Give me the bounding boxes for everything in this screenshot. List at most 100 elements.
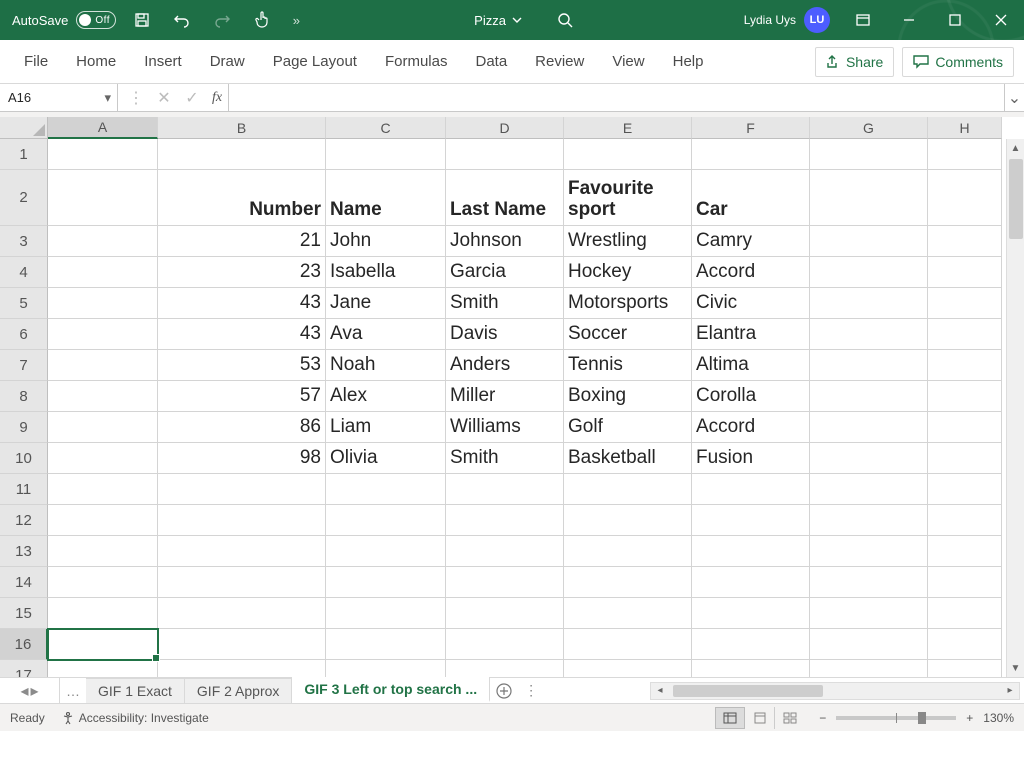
cell[interactable]: Jane <box>326 288 446 319</box>
sheet-overflow[interactable]: … <box>60 678 86 703</box>
column-header-H[interactable]: H <box>928 117 1002 139</box>
scroll-up-arrow[interactable]: ▲ <box>1007 139 1024 157</box>
horizontal-scrollbar[interactable]: ◂ ▸ <box>650 682 1020 700</box>
cell[interactable] <box>48 474 158 505</box>
cell[interactable] <box>326 567 446 598</box>
formula-input[interactable] <box>229 84 1004 111</box>
ribbon-display-options[interactable] <box>840 0 886 40</box>
cell[interactable]: Golf <box>564 412 692 443</box>
cell[interactable] <box>928 598 1002 629</box>
redo-button[interactable] <box>204 4 240 36</box>
cell[interactable]: Anders <box>446 350 564 381</box>
spreadsheet-grid[interactable]: ABCDEFGH 12NumberNameLast NameFavourite … <box>0 117 1024 677</box>
column-header-A[interactable]: A <box>48 117 158 139</box>
cell[interactable] <box>48 139 158 170</box>
cell[interactable] <box>48 660 158 677</box>
sheet-tab[interactable]: GIF 3 Left or top search ... <box>292 677 490 702</box>
cell[interactable] <box>692 598 810 629</box>
ribbon-tab-file[interactable]: File <box>10 43 62 80</box>
cell[interactable] <box>48 226 158 257</box>
cell[interactable]: Williams <box>446 412 564 443</box>
name-box[interactable]: A16 ▾ <box>0 84 118 111</box>
scrollbar-thumb[interactable] <box>673 685 823 697</box>
cell[interactable] <box>48 536 158 567</box>
accessibility-button[interactable]: Accessibility: Investigate <box>61 711 209 725</box>
cell[interactable] <box>326 474 446 505</box>
cell[interactable] <box>810 412 928 443</box>
cell[interactable] <box>928 226 1002 257</box>
cell[interactable] <box>810 170 928 226</box>
normal-view-button[interactable] <box>715 707 745 729</box>
cell[interactable]: Olivia <box>326 443 446 474</box>
cell[interactable] <box>158 536 326 567</box>
add-sheet-button[interactable] <box>490 678 518 703</box>
cell[interactable] <box>928 443 1002 474</box>
cell[interactable]: 57 <box>158 381 326 412</box>
ribbon-tab-draw[interactable]: Draw <box>196 43 259 80</box>
autosave-switch[interactable]: Off <box>76 11 116 29</box>
cell[interactable]: Garcia <box>446 257 564 288</box>
page-break-view-button[interactable] <box>775 707 805 729</box>
row-header-5[interactable]: 5 <box>0 288 48 319</box>
cell[interactable] <box>810 226 928 257</box>
ribbon-tab-insert[interactable]: Insert <box>130 43 196 80</box>
ribbon-tab-data[interactable]: Data <box>461 43 521 80</box>
cell[interactable] <box>810 567 928 598</box>
cell[interactable]: 43 <box>158 319 326 350</box>
cell[interactable]: Johnson <box>446 226 564 257</box>
cell[interactable] <box>446 629 564 660</box>
cell[interactable]: Alex <box>326 381 446 412</box>
cell[interactable]: Altima <box>692 350 810 381</box>
cell[interactable] <box>48 319 158 350</box>
user-account[interactable]: Lydia Uys LU <box>744 7 830 33</box>
cell[interactable] <box>928 660 1002 677</box>
share-button[interactable]: Share <box>815 47 894 77</box>
cell[interactable]: 21 <box>158 226 326 257</box>
cell[interactable] <box>326 629 446 660</box>
cell[interactable]: Soccer <box>564 319 692 350</box>
zoom-slider[interactable] <box>836 716 956 720</box>
ribbon-tab-help[interactable]: Help <box>659 43 718 80</box>
zoom-level[interactable]: 130% <box>983 711 1014 725</box>
comments-button[interactable]: Comments <box>902 47 1014 77</box>
row-header-7[interactable]: 7 <box>0 350 48 381</box>
cell[interactable] <box>48 505 158 536</box>
cell[interactable]: Motorsports <box>564 288 692 319</box>
autosave-toggle[interactable]: AutoSave Off <box>12 11 116 29</box>
ribbon-tab-view[interactable]: View <box>598 43 658 80</box>
row-header-10[interactable]: 10 <box>0 443 48 474</box>
expand-formula-bar[interactable]: ⌄ <box>1004 84 1024 111</box>
cell[interactable] <box>48 288 158 319</box>
cell[interactable] <box>446 139 564 170</box>
cell[interactable] <box>158 660 326 677</box>
cell[interactable]: Last Name <box>446 170 564 226</box>
row-header-9[interactable]: 9 <box>0 412 48 443</box>
cell[interactable] <box>564 139 692 170</box>
cell[interactable] <box>158 505 326 536</box>
cell[interactable] <box>810 381 928 412</box>
cell[interactable] <box>692 474 810 505</box>
ribbon-tab-formulas[interactable]: Formulas <box>371 43 462 80</box>
cell[interactable] <box>326 505 446 536</box>
cell[interactable] <box>158 629 326 660</box>
cell[interactable]: 86 <box>158 412 326 443</box>
cell[interactable]: 53 <box>158 350 326 381</box>
cell[interactable]: Liam <box>326 412 446 443</box>
cell[interactable] <box>810 505 928 536</box>
cell[interactable] <box>564 629 692 660</box>
cell[interactable] <box>326 660 446 677</box>
cell[interactable] <box>158 598 326 629</box>
row-header-3[interactable]: 3 <box>0 226 48 257</box>
row-header-8[interactable]: 8 <box>0 381 48 412</box>
cell[interactable] <box>692 505 810 536</box>
cell[interactable] <box>810 474 928 505</box>
cell[interactable] <box>692 536 810 567</box>
scroll-down-arrow[interactable]: ▼ <box>1007 659 1024 677</box>
cell[interactable] <box>48 443 158 474</box>
maximize-button[interactable] <box>932 0 978 40</box>
cell[interactable] <box>446 474 564 505</box>
cell[interactable] <box>48 170 158 226</box>
cell[interactable] <box>928 536 1002 567</box>
cell[interactable]: Name <box>326 170 446 226</box>
scroll-left-arrow[interactable]: ◂ <box>651 685 669 696</box>
